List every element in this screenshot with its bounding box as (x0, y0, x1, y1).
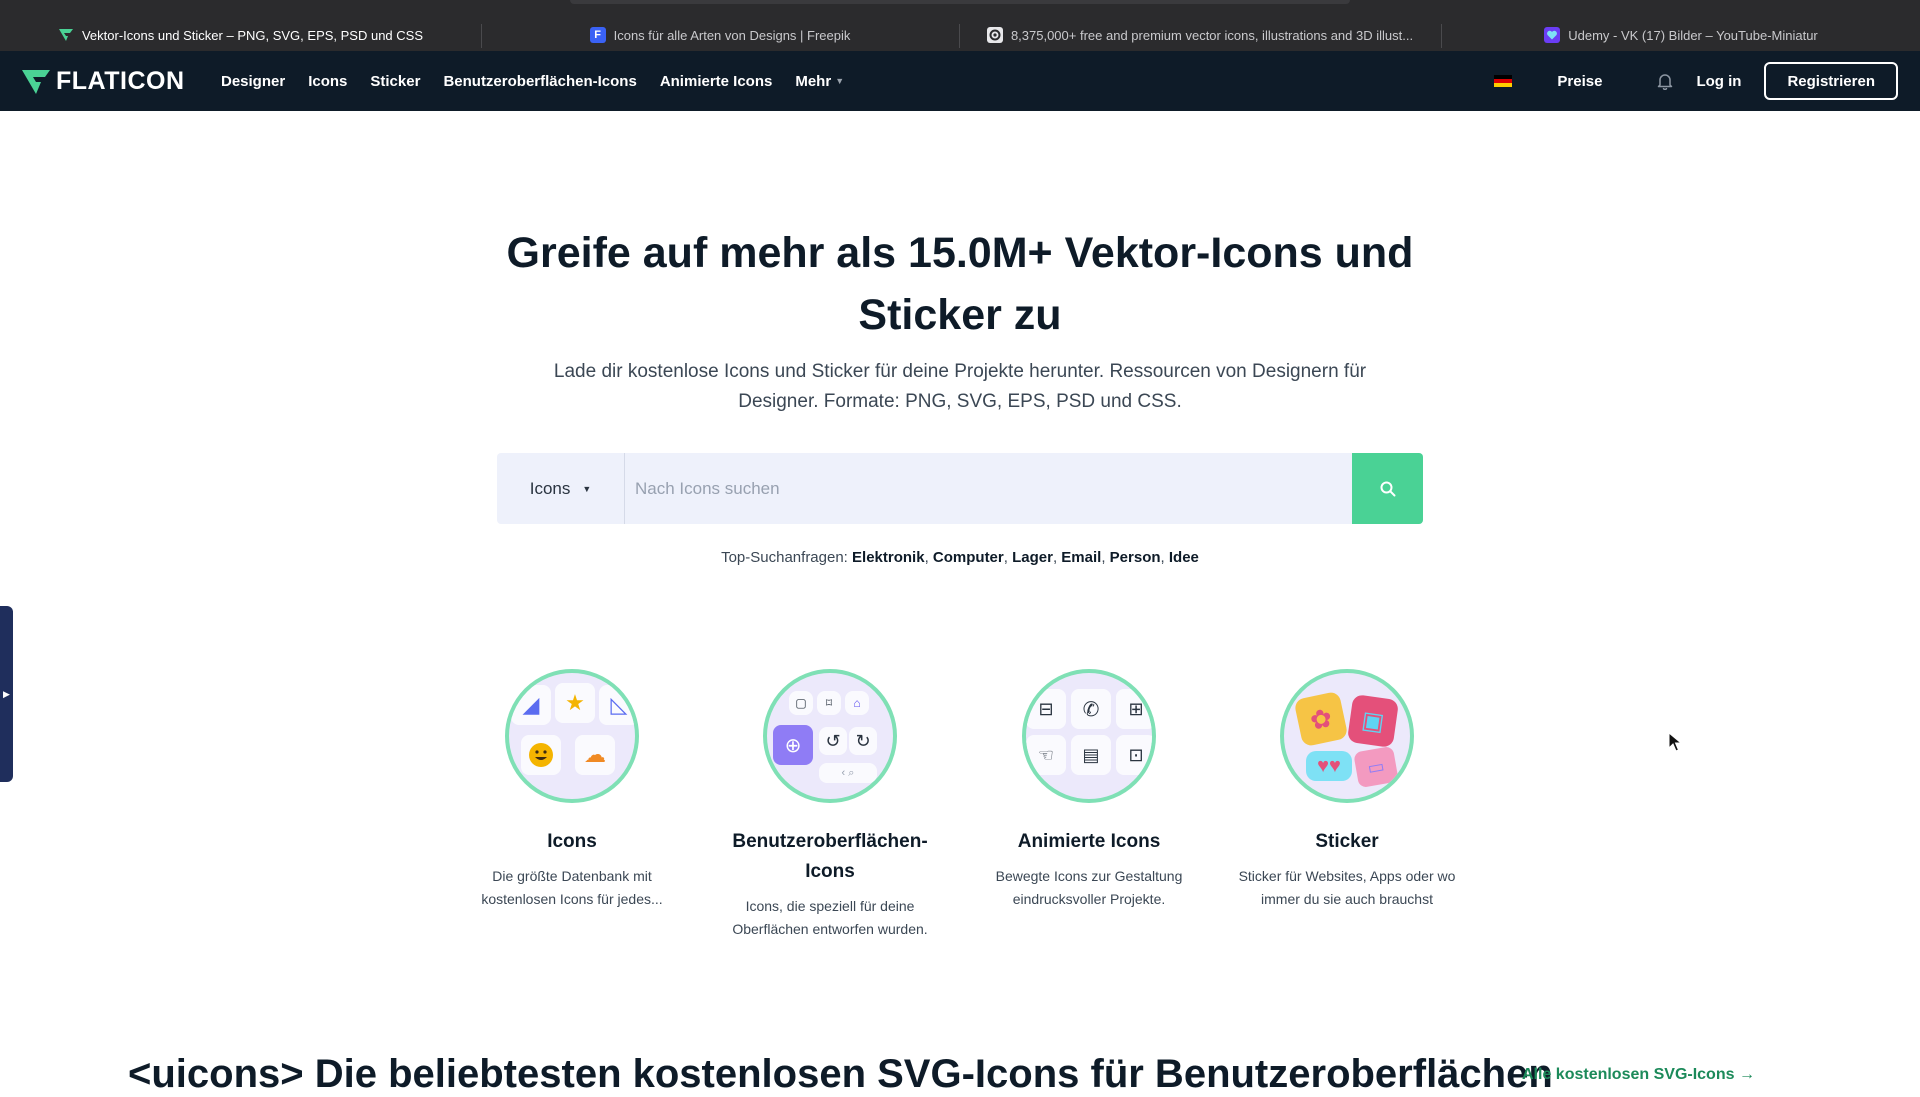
site-header: FLATICON Designer Icons Sticker Benutzer… (0, 51, 1920, 111)
pricing-link[interactable]: Preise (1557, 73, 1602, 90)
search-bar: Icons ▼ (497, 453, 1423, 524)
plus-circle-icon: ⊕ (773, 725, 813, 765)
category-card-ui-icons[interactable]: ▢ ⌑ ⌂ ⊕ ↺ ↻ ‹ ⌕ Benutzeroberflächen-Icon… (720, 669, 940, 941)
pizza-sticker-icon: ✿ (1293, 690, 1349, 748)
uicons-section-title: <uicons> Die beliebtesten kostenlosen SV… (128, 1052, 1553, 1096)
header-actions: Preise Log in Registrieren (1494, 51, 1898, 111)
arcade-sticker-icon: ▣ (1346, 694, 1400, 748)
category-title: Animierte Icons (1017, 831, 1161, 852)
browser-tab-freepik[interactable]: F Icons für alle Arten von Designs | Fre… (482, 19, 958, 51)
category-title: Benutzeroberflächen-Icons (732, 831, 928, 882)
star-icon: ★ (555, 683, 595, 723)
chat-icon: ▢ (789, 691, 813, 715)
search-button[interactable] (1352, 453, 1423, 524)
search-type-dropdown[interactable]: Icons ▼ (497, 453, 625, 524)
german-flag-icon[interactable] (1494, 75, 1513, 87)
smiley-icon (521, 735, 561, 775)
user-card-icon: ⊡ (1116, 735, 1152, 775)
freepik-favicon-icon: F (589, 27, 606, 43)
all-svg-icons-link[interactable]: Alle kostenlosen SVG-Icons → (1522, 1066, 1755, 1084)
iconscout-favicon-icon (986, 27, 1003, 43)
flaticon-logo-icon (22, 69, 50, 94)
logo-text: FLATICON (56, 67, 185, 95)
briefcase-icon: ⊞ (1116, 689, 1152, 729)
ui-icons-category-illustration: ▢ ⌑ ⌂ ⊕ ↺ ↻ ‹ ⌕ (763, 669, 897, 803)
tab-title: 8,375,000+ free and premium vector icons… (1010, 27, 1414, 43)
mouse-cursor-icon (1668, 732, 1682, 752)
category-title: Sticker (1315, 831, 1379, 852)
search-type-label: Icons (529, 478, 571, 498)
tab-title: Icons für alle Arten von Designs | Freep… (613, 27, 851, 43)
nav-more[interactable]: Mehr ▼ (795, 73, 844, 90)
category-description: Bewegte Icons zur Gestaltung eindrucksvo… (995, 868, 1183, 907)
top-searches: Top-Suchanfragen: Elektronik, Computer, … (721, 549, 1199, 566)
animated-icons-category-illustration: ⊟ ✆ ⊞ ☜ ▤ ⊡ (1022, 669, 1156, 803)
undo-icon: ↺ (819, 727, 847, 755)
top-search-link[interactable]: Elektronik (852, 549, 925, 566)
home-icon: ⌂ (845, 691, 869, 715)
category-card-animated-icons[interactable]: ⊟ ✆ ⊞ ☜ ▤ ⊡ Animierte Icons Bewegte Icon… (979, 669, 1199, 911)
nav-animated-icons[interactable]: Animierte Icons (660, 73, 773, 90)
login-link[interactable]: Log in (1696, 73, 1741, 90)
top-search-link[interactable]: Email (1061, 549, 1101, 566)
nav-designer[interactable]: Designer (221, 73, 285, 90)
cloud-sun-icon: ☁ (575, 735, 615, 775)
nav-more-label: Mehr (795, 72, 832, 90)
top-search-link[interactable]: Idee (1169, 549, 1199, 566)
category-description: Icons, die speziell für deine Oberfläche… (732, 898, 928, 937)
tab-title: Udemy - VK (17) Bilder – YouTube-Miniatu… (1568, 27, 1818, 43)
caret-down-icon: ▼ (835, 76, 845, 86)
top-search-link[interactable]: Computer (933, 549, 1004, 566)
search-field-wrapper (625, 453, 1352, 524)
category-description: Die größte Datenbank mit kostenlosen Ico… (481, 868, 663, 907)
category-title: Icons (547, 831, 597, 852)
heart-sticker-icon: ♥♥ (1306, 751, 1352, 781)
redo-icon: ↻ (849, 727, 877, 755)
search-input[interactable] (635, 478, 1352, 499)
browser-tab-udemy[interactable]: Udemy - VK (17) Bilder – YouTube-Miniatu… (1442, 19, 1920, 51)
main-nav: Designer Icons Sticker Benutzeroberfläch… (221, 51, 844, 111)
category-card-sticker[interactable]: ✿ ▣ ♥♥ ▭ Sticker Sticker für Websites, A… (1237, 669, 1457, 911)
caret-down-icon: ▼ (582, 483, 592, 494)
cassette-sticker-icon: ▭ (1353, 745, 1399, 789)
bell-icon[interactable] (1656, 72, 1674, 90)
bookmark-icon: ⌑ (817, 691, 841, 715)
browser-tab-flaticon[interactable]: Vektor-Icons und Sticker – PNG, SVG, EPS… (0, 19, 481, 51)
nav-icons[interactable]: Icons (308, 73, 347, 90)
browser-tab-iconscout[interactable]: 8,375,000+ free and premium vector icons… (960, 19, 1440, 51)
sticker-category-illustration: ✿ ▣ ♥♥ ▭ (1280, 669, 1414, 803)
side-panel-toggle[interactable]: ▶ (0, 606, 13, 782)
flaticon-logo[interactable]: FLATICON (22, 67, 185, 96)
top-search-link[interactable]: Person (1110, 549, 1161, 566)
icons-category-illustration: ◢ ★ ◺ ☁ (505, 669, 639, 803)
inbox-icon: ⊟ (1026, 689, 1066, 729)
browser-tab-strip: Vektor-Icons und Sticker – PNG, SVG, EPS… (0, 0, 1920, 51)
top-search-link[interactable]: Lager (1012, 549, 1053, 566)
top-searches-label: Top-Suchanfragen: (721, 549, 848, 566)
register-button[interactable]: Registrieren (1764, 62, 1898, 100)
page-title: Greife auf mehr als 15.0M+ Vektor-Icons … (506, 229, 1414, 339)
category-description: Sticker für Websites, Apps oder wo immer… (1238, 868, 1456, 907)
nav-ui-icons[interactable]: Benutzeroberflächen-Icons (443, 73, 636, 90)
caret-right-icon: ▶ (3, 688, 10, 699)
tab-title: Vektor-Icons und Sticker – PNG, SVG, EPS… (81, 27, 424, 43)
category-card-icons[interactable]: ◢ ★ ◺ ☁ Icons Die größte Datenbank mit k… (462, 669, 682, 911)
arrow-icon: ◢ (511, 685, 551, 725)
nav-sticker[interactable]: Sticker (370, 73, 420, 90)
hand-icon: ☜ (1026, 735, 1066, 775)
phone-icon: ✆ (1071, 689, 1111, 729)
heart-favicon-icon (1544, 27, 1561, 43)
flaticon-favicon-icon (58, 27, 74, 43)
clipboard-icon: ▤ (1071, 735, 1111, 775)
tab-strip-topline (570, 0, 1350, 4)
triangle-icon: ◺ (599, 685, 635, 725)
search-icon (1380, 481, 1395, 496)
search-bar-icon: ‹ ⌕ (819, 763, 877, 783)
page-subtitle: Lade dir kostenlose Icons und Sticker fü… (553, 361, 1367, 412)
